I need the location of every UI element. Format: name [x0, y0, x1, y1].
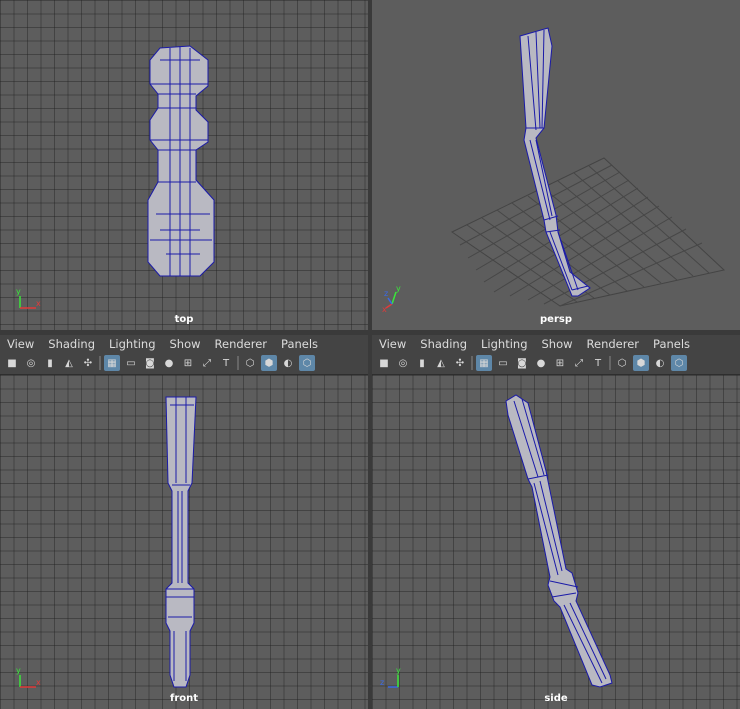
menu-show[interactable]: Show: [535, 337, 580, 351]
menu-show[interactable]: Show: [163, 337, 208, 351]
panel-menubar: View Shading Lighting Show Renderer Pane…: [372, 335, 740, 352]
menu-shading[interactable]: Shading: [41, 337, 102, 351]
panel-menubar: View Shading Lighting Show Renderer Pane…: [0, 335, 368, 352]
axis-z-label: z: [384, 289, 388, 298]
safe-action-icon[interactable]: ⤢: [199, 355, 215, 371]
safe-action-icon[interactable]: ⤢: [571, 355, 587, 371]
bookmark-icon[interactable]: ▮: [42, 355, 58, 371]
axis-x-label: x: [36, 678, 41, 687]
camera-attrs-icon[interactable]: ◎: [23, 355, 39, 371]
viewport-persp[interactable]: y z x persp: [372, 0, 740, 330]
axis-y-label: y: [16, 287, 21, 296]
panel-side: View Shading Lighting Show Renderer Pane…: [372, 335, 740, 709]
grid-icon[interactable]: ▦: [476, 355, 492, 371]
gate-mask-icon[interactable]: ●: [533, 355, 549, 371]
safe-title-icon[interactable]: T: [590, 355, 606, 371]
wireframe-on-shaded-icon[interactable]: ⬡: [671, 355, 687, 371]
gate-mask-icon[interactable]: ●: [161, 355, 177, 371]
panel-top: y x top: [0, 0, 368, 330]
menu-panels[interactable]: Panels: [646, 337, 697, 351]
film-gate-icon[interactable]: ▭: [123, 355, 139, 371]
viewport-side[interactable]: y z side: [372, 375, 740, 709]
axis-y-label: y: [396, 284, 401, 293]
smooth-shade-icon[interactable]: ⬢: [261, 355, 277, 371]
front-view-model: [165, 396, 197, 688]
2d-pan-zoom-icon[interactable]: ✣: [80, 355, 96, 371]
axis-gizmo-top: y x: [16, 287, 41, 309]
film-gate-icon[interactable]: ▭: [495, 355, 511, 371]
panel-toolbar: ■ ◎ ▮ ◭ ✣ ▦ ▭ ◙ ● ⊞ ⤢ T ⬡ ⬢ ◐ ⬡: [0, 352, 368, 375]
camera-attrs-icon[interactable]: ◎: [395, 355, 411, 371]
wireframe-on-shaded-icon[interactable]: ⬡: [299, 355, 315, 371]
menu-panels[interactable]: Panels: [274, 337, 325, 351]
menu-lighting[interactable]: Lighting: [102, 337, 162, 351]
viewport-front[interactable]: y x front: [0, 375, 368, 709]
persp-view-grid-and-model: [451, 27, 726, 307]
xray-icon[interactable]: ◐: [652, 355, 668, 371]
toolbar-separator: [609, 356, 611, 370]
axis-gizmo-front: y x: [16, 666, 41, 688]
axis-x-label: x: [382, 305, 387, 312]
xray-icon[interactable]: ◐: [280, 355, 296, 371]
panel-splitter-vertical[interactable]: [368, 0, 372, 709]
axis-gizmo-side: y z: [380, 666, 401, 688]
image-plane-icon[interactable]: ◭: [61, 355, 77, 371]
field-chart-icon[interactable]: ⊞: [552, 355, 568, 371]
resolution-gate-icon[interactable]: ◙: [142, 355, 158, 371]
menu-lighting[interactable]: Lighting: [474, 337, 534, 351]
maya-four-view-layout: y x top y z x persp View Shading Lightin…: [0, 0, 740, 709]
axis-gizmo-persp: y z x: [382, 284, 401, 312]
menu-renderer[interactable]: Renderer: [208, 337, 275, 351]
bookmark-icon[interactable]: ▮: [414, 355, 430, 371]
axis-y-label: y: [396, 666, 401, 675]
menu-view[interactable]: View: [0, 337, 41, 351]
top-view-model: [147, 45, 215, 277]
viewport-label-side: side: [544, 693, 568, 704]
menu-renderer[interactable]: Renderer: [580, 337, 647, 351]
menu-view[interactable]: View: [372, 337, 413, 351]
axis-x-label: x: [36, 299, 41, 308]
2d-pan-zoom-icon[interactable]: ✣: [452, 355, 468, 371]
camera-icon[interactable]: ■: [376, 355, 392, 371]
image-plane-icon[interactable]: ◭: [433, 355, 449, 371]
safe-title-icon[interactable]: T: [218, 355, 234, 371]
grid-icon[interactable]: ▦: [104, 355, 120, 371]
resolution-gate-icon[interactable]: ◙: [514, 355, 530, 371]
viewport-label-persp: persp: [540, 314, 572, 325]
smooth-shade-icon[interactable]: ⬢: [633, 355, 649, 371]
side-view-model: [505, 394, 613, 688]
wireframe-icon[interactable]: ⬡: [242, 355, 258, 371]
panel-toolbar: ■ ◎ ▮ ◭ ✣ ▦ ▭ ◙ ● ⊞ ⤢ T ⬡ ⬢ ◐ ⬡: [372, 352, 740, 375]
menu-shading[interactable]: Shading: [413, 337, 474, 351]
axis-z-label: z: [380, 678, 384, 687]
panel-persp: y z x persp: [372, 0, 740, 330]
wireframe-icon[interactable]: ⬡: [614, 355, 630, 371]
toolbar-separator: [99, 356, 101, 370]
camera-icon[interactable]: ■: [4, 355, 20, 371]
toolbar-separator: [471, 356, 473, 370]
field-chart-icon[interactable]: ⊞: [180, 355, 196, 371]
panel-front: View Shading Lighting Show Renderer Pane…: [0, 335, 368, 709]
axis-y-label: y: [16, 666, 21, 675]
viewport-label-top: top: [174, 314, 194, 325]
toolbar-separator: [237, 356, 239, 370]
viewport-top[interactable]: y x top: [0, 0, 368, 330]
viewport-label-front: front: [169, 693, 199, 704]
panel-splitter-horizontal[interactable]: [0, 330, 740, 335]
